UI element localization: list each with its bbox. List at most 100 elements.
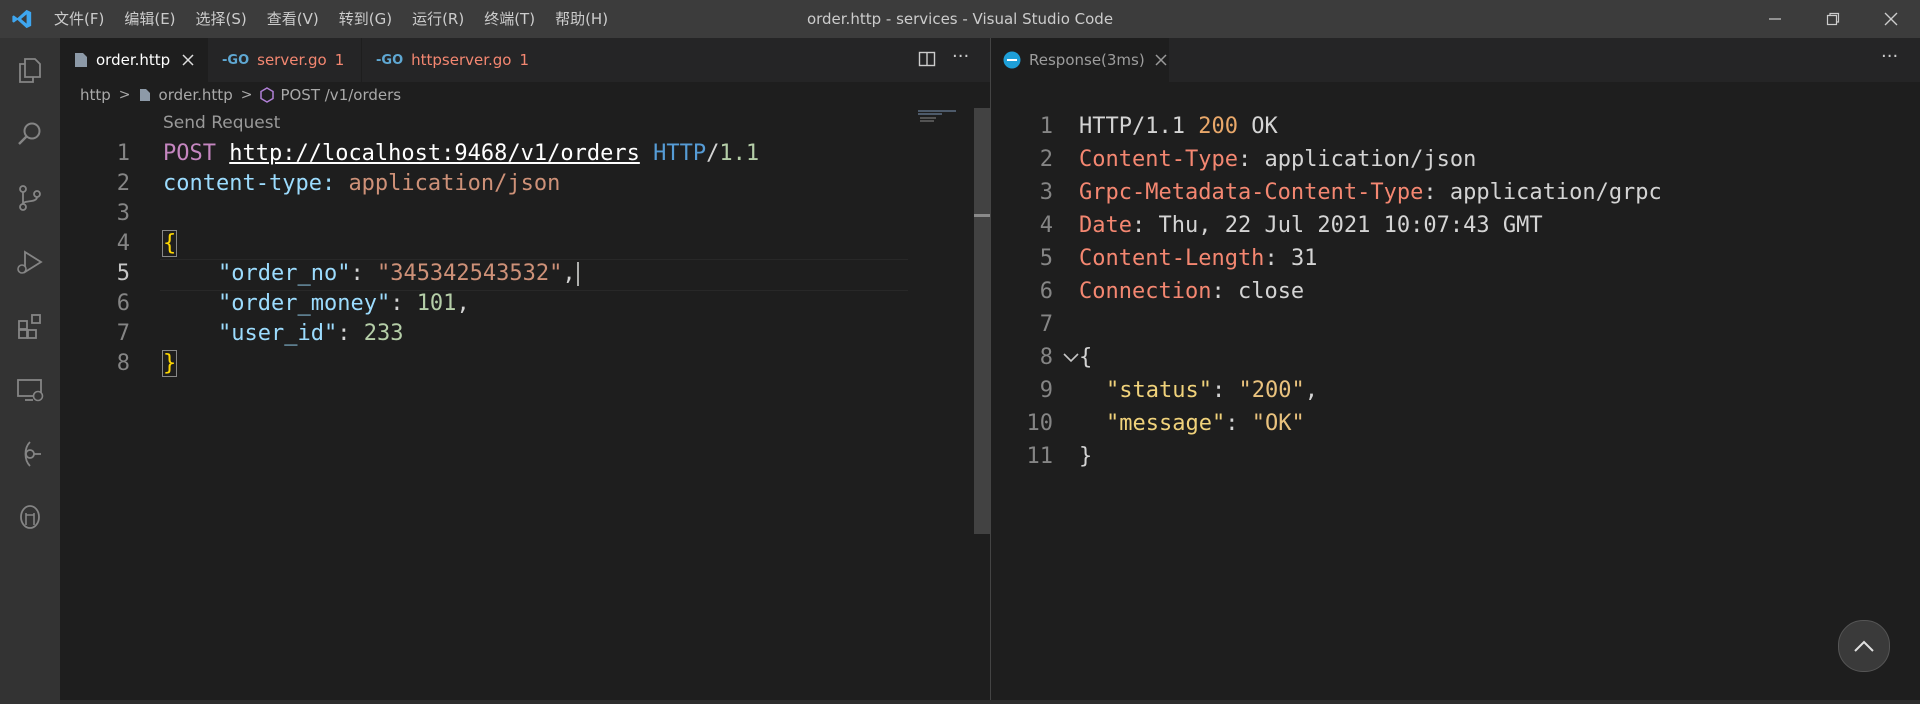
line-number: 11: [1026, 444, 1054, 469]
more-actions-button[interactable]: ···: [952, 46, 969, 67]
source-control-icon: [19, 185, 41, 211]
response-body-line: "message": "OK": [1106, 411, 1305, 436]
line-number: 3: [1039, 180, 1053, 205]
run-debug-button[interactable]: [0, 230, 60, 294]
search-icon: [18, 122, 41, 145]
response-status-line: HTTP/1.1 200 OK: [1079, 112, 1278, 142]
line-number: 9: [1039, 378, 1053, 403]
source-control-button[interactable]: [0, 166, 60, 230]
line-number: 2: [116, 171, 130, 196]
header-value: application/grpc: [1449, 180, 1662, 205]
ellipsis-icon: ···: [1881, 46, 1899, 67]
go-file-icon: -GO: [222, 52, 250, 68]
tab-httpserver-go[interactable]: -GO httpserver.go 1: [362, 38, 542, 82]
json-colon: :: [350, 261, 377, 286]
tab-label: order.http: [96, 51, 171, 69]
code-line-brace: }: [161, 349, 178, 379]
tab-response[interactable]: Response(3ms): [991, 38, 1169, 82]
database-button[interactable]: [0, 486, 60, 550]
menu-terminal[interactable]: 终端(T): [474, 0, 545, 38]
line-number: 5: [1039, 246, 1053, 271]
code-line-user-id: "user_id": 233: [218, 319, 403, 349]
menu-go[interactable]: 转到(G): [329, 0, 402, 38]
header-value: application/json: [1264, 147, 1477, 172]
close-icon[interactable]: [182, 54, 194, 66]
scroll-to-top-button[interactable]: [1838, 620, 1890, 672]
remote-explorer-button[interactable]: [0, 358, 60, 422]
minimize-button[interactable]: [1746, 0, 1804, 38]
tab-order-http[interactable]: order.http: [60, 38, 208, 82]
json-value: 233: [363, 321, 404, 346]
close-icon[interactable]: [1155, 54, 1167, 66]
title-bar: 文件(F) 编辑(E) 选择(S) 查看(V) 转到(G) 运行(R) 终端(T…: [0, 0, 1920, 38]
response-body-line: "status": "200",: [1106, 378, 1318, 403]
more-actions-button[interactable]: ···: [1881, 46, 1898, 67]
send-request-codelens[interactable]: Send Request: [163, 113, 280, 133]
restore-button[interactable]: [1804, 0, 1862, 38]
close-icon: [1884, 12, 1898, 26]
menu-view[interactable]: 查看(V): [257, 0, 329, 38]
menu-help[interactable]: 帮助(H): [545, 0, 618, 38]
breadcrumb-file-label: order.http: [158, 86, 233, 104]
menu-run[interactable]: 运行(R): [402, 0, 474, 38]
line-number: 10: [1026, 411, 1054, 436]
header-value: Thu, 22 Jul 2021 10:07:43 GMT: [1158, 213, 1543, 238]
http-version: 1.1: [719, 141, 760, 166]
header-name: Date: [1079, 213, 1132, 238]
tab-server-go[interactable]: -GO server.go 1: [208, 38, 362, 82]
problem-count-badge: 1: [519, 51, 530, 69]
extensions-button[interactable]: [0, 294, 60, 358]
activity-bar: [0, 38, 60, 704]
explorer-button[interactable]: [0, 38, 60, 102]
response-tab-bar: Response(3ms) ···: [991, 38, 1920, 82]
search-button[interactable]: [0, 102, 60, 166]
menu-bar: 文件(F) 编辑(E) 选择(S) 查看(V) 转到(G) 运行(R) 终端(T…: [44, 0, 618, 38]
split-editor-button[interactable]: [918, 50, 936, 72]
header-value: 31: [1290, 246, 1318, 271]
response-header-line: Content-Length: 31: [1079, 246, 1318, 271]
line-number: 3: [116, 201, 130, 226]
tab-label: httpserver.go: [411, 51, 512, 69]
http-file-icon: [75, 53, 87, 67]
breadcrumb-file[interactable]: order.http: [139, 86, 233, 104]
line-number: 8: [1039, 345, 1053, 370]
gitlens-icon: [24, 441, 41, 467]
remote-explorer-icon: [17, 379, 44, 402]
line-number: 4: [1039, 213, 1053, 238]
line-number: 6: [1039, 279, 1053, 304]
response-body-open: {: [1079, 343, 1092, 373]
http-file-icon: [139, 89, 150, 101]
symbol-method-icon: [260, 87, 275, 103]
minimap-preview: [918, 110, 956, 122]
line-number: 2: [1039, 147, 1053, 172]
fold-chevron-icon[interactable]: [1062, 350, 1080, 366]
code-line-order-no: "order_no": "345342543532",: [218, 259, 579, 289]
status-code: 200: [1198, 114, 1238, 139]
menu-file[interactable]: 文件(F): [44, 0, 114, 38]
gitlens-button[interactable]: [0, 422, 60, 486]
close-brace: }: [1079, 444, 1093, 469]
chevron-up-icon: [1854, 640, 1874, 652]
explorer-icon: [19, 58, 41, 83]
menu-selection[interactable]: 选择(S): [186, 0, 257, 38]
json-key: "user_id": [218, 321, 338, 346]
header-value: application/json: [348, 171, 561, 196]
protocol-slash: /: [706, 141, 720, 166]
json-comma: ,: [562, 261, 576, 286]
menu-edit[interactable]: 编辑(E): [114, 0, 185, 38]
close-brace: }: [161, 350, 178, 377]
header-name: Grpc-Metadata-Content-Type: [1079, 180, 1424, 205]
response-body-close: }: [1079, 442, 1092, 472]
response-header-line: Content-Type: application/json: [1079, 147, 1477, 172]
text-cursor: [576, 262, 579, 286]
code-line-header: content-type: application/json: [163, 169, 560, 199]
json-key: "order_money": [218, 291, 391, 316]
json-colon: :: [390, 291, 417, 316]
http-protocol: HTTP: [653, 141, 707, 166]
line-number: 4: [116, 231, 130, 256]
breadcrumb-folder[interactable]: http: [80, 86, 111, 104]
line-number: 8: [116, 351, 130, 376]
breadcrumb-symbol[interactable]: POST /v1/orders: [260, 86, 401, 104]
minimap[interactable]: [916, 108, 972, 128]
close-window-button[interactable]: [1862, 0, 1920, 38]
